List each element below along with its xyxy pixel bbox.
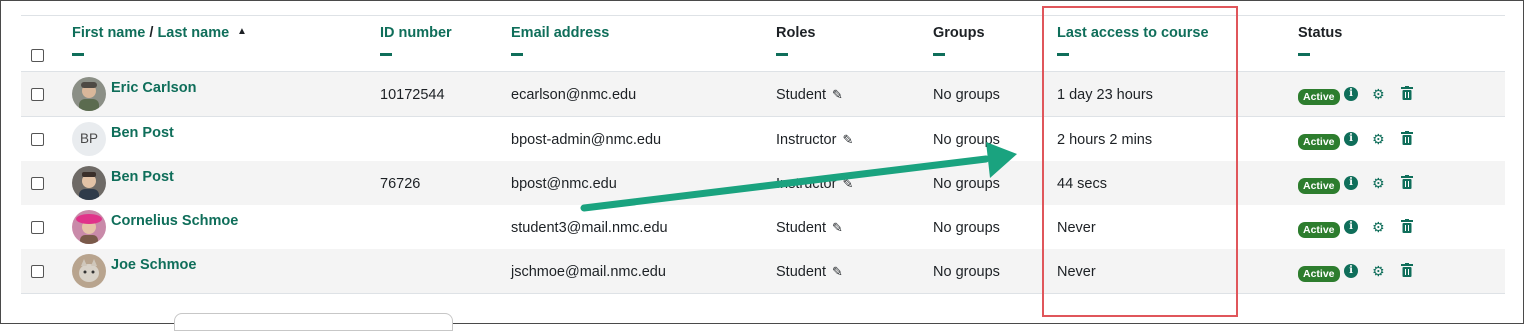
screenshot-frame: First name / Last name ▲ ID number Email… [0, 0, 1524, 331]
annotation-arrow [580, 142, 1017, 212]
